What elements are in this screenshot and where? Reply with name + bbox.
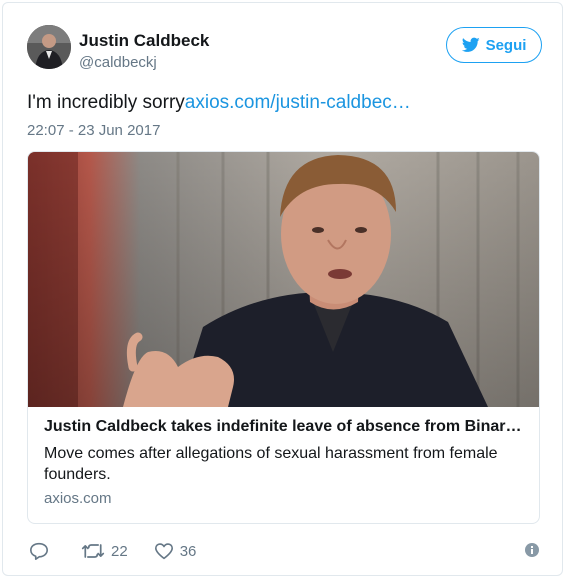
user-handle[interactable]: @caldbeckj (79, 53, 209, 73)
user-names: Justin Caldbeck @caldbeckj (79, 31, 209, 73)
link-card[interactable]: Justin Caldbeck takes indefinite leave o… (27, 151, 540, 524)
card-domain: axios.com (44, 490, 112, 507)
reply-icon (30, 542, 48, 560)
tweet-link[interactable]: axios.com/justin-caldbec… (185, 92, 411, 113)
heart-icon (154, 543, 173, 560)
like-button[interactable]: 36 (154, 542, 197, 560)
tweet-text-body: I'm incredibly sorry (27, 92, 185, 113)
tweet-header: Justin Caldbeck @caldbeckj Segui (27, 25, 542, 71)
card-image (28, 152, 539, 407)
card-description: Move comes after allegations of sexual h… (44, 445, 498, 483)
retweet-button[interactable]: 22 (81, 542, 128, 560)
card-photo (28, 152, 539, 407)
card-body: Justin Caldbeck takes indefinite leave o… (28, 407, 539, 509)
avatar[interactable] (27, 25, 71, 69)
info-icon[interactable] (524, 542, 540, 558)
tweet-text: I'm incredibly sorryaxios.com/justin-cal… (27, 91, 537, 115)
reply-button[interactable] (29, 542, 55, 560)
avatar-image (27, 25, 71, 69)
card-title: Justin Caldbeck takes indefinite leave o… (44, 418, 525, 435)
follow-label: Segui (485, 36, 527, 54)
retweet-count: 22 (111, 542, 128, 560)
retweet-icon (81, 544, 105, 558)
tweet-timestamp[interactable]: 22:07 - 23 Jun 2017 (27, 121, 160, 141)
twitter-bird-icon (461, 37, 480, 52)
embedded-tweet: Justin Caldbeck @caldbeckj Segui I'm inc… (2, 2, 563, 576)
like-count: 36 (179, 542, 197, 560)
display-name[interactable]: Justin Caldbeck (79, 31, 209, 51)
tweet-actions: 22 36 (29, 540, 539, 562)
follow-button[interactable]: Segui (446, 27, 542, 63)
